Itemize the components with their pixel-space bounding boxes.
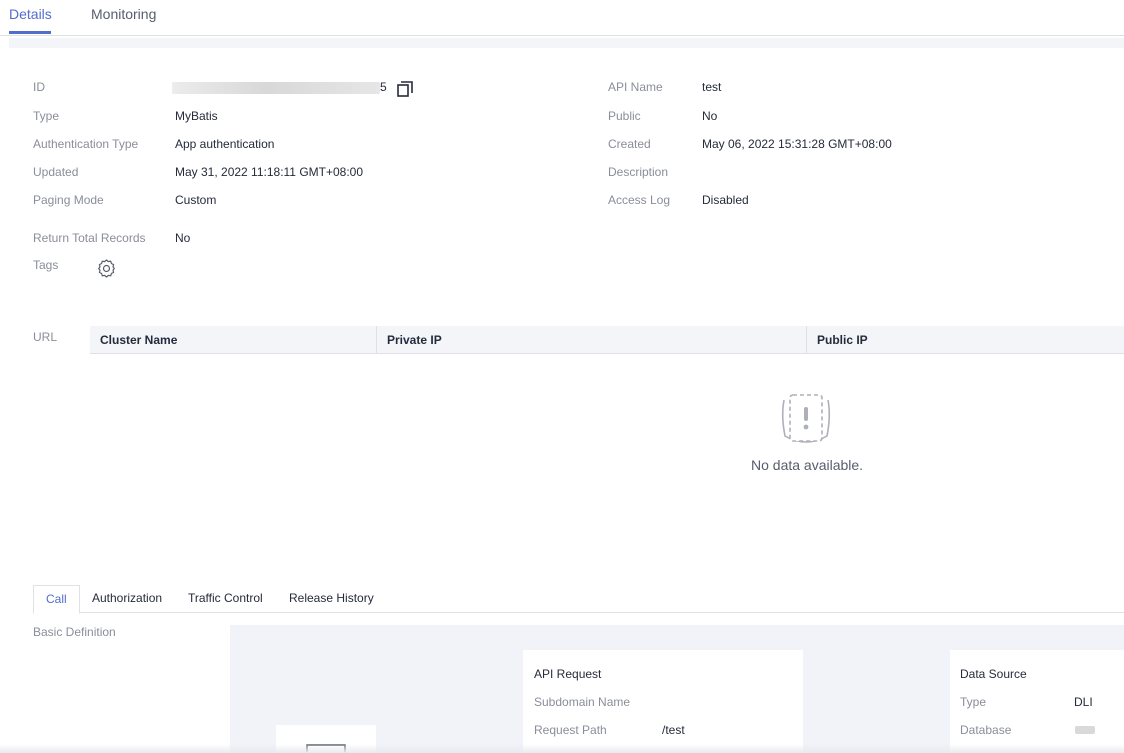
copy-icon[interactable] — [396, 80, 414, 98]
auth-type-label: Authentication Type — [33, 137, 139, 151]
section-divider — [9, 38, 1124, 48]
api-request-title: API Request — [534, 667, 602, 681]
updated-label: Updated — [33, 165, 79, 179]
access-log-value: Disabled — [702, 193, 749, 207]
data-source-title: Data Source — [960, 667, 1027, 681]
return-total-label: Return Total Records — [33, 231, 146, 245]
url-table-header: Cluster Name Private IP Public IP — [90, 326, 1124, 354]
database-label: Database — [960, 723, 1012, 737]
request-path-value: /test — [662, 723, 685, 737]
api-name-value: test — [702, 80, 722, 94]
public-value: No — [702, 109, 718, 123]
id-value-suffix: 5 — [380, 80, 387, 94]
updated-value: May 31, 2022 11:18:11 GMT+08:00 — [175, 165, 364, 179]
column-cluster-name[interactable]: Cluster Name — [100, 326, 177, 354]
gear-icon[interactable] — [96, 258, 117, 279]
type-value: MyBatis — [175, 109, 218, 123]
column-divider — [806, 326, 807, 354]
public-label: Public — [608, 109, 641, 123]
created-value: May 06, 2022 15:31:28 GMT+08:00 — [702, 137, 892, 151]
id-label: ID — [33, 80, 45, 94]
url-label: URL — [33, 330, 58, 344]
tab-traffic-control[interactable]: Traffic Control — [176, 585, 275, 613]
column-divider — [376, 326, 377, 354]
column-public-ip[interactable]: Public IP — [817, 326, 868, 354]
sub-tab-bar: Call Authorization Traffic Control Relea… — [33, 585, 1124, 614]
basic-definition-label: Basic Definition — [33, 625, 116, 639]
return-total-value: No — [175, 231, 191, 245]
subdomain-label: Subdomain Name — [534, 695, 631, 709]
tab-call[interactable]: Call — [33, 585, 80, 614]
column-private-ip[interactable]: Private IP — [387, 326, 442, 354]
active-tab-indicator — [9, 31, 51, 34]
tab-release-history[interactable]: Release History — [277, 585, 386, 613]
data-source-type-value: DLI — [1074, 695, 1093, 709]
access-log-label: Access Log — [608, 193, 671, 207]
id-value-masked — [172, 82, 380, 94]
empty-state-text: No data available. — [751, 457, 864, 473]
tags-label: Tags — [33, 258, 59, 272]
empty-state-icon — [778, 392, 834, 446]
type-label: Type — [33, 109, 60, 123]
top-tab-bar: Details Monitoring — [0, 0, 1124, 36]
tab-authorization[interactable]: Authorization — [80, 585, 174, 613]
bottom-shadow — [0, 744, 1124, 753]
data-source-type-label: Type — [960, 695, 987, 709]
paging-mode-label: Paging Mode — [33, 193, 104, 207]
request-path-label: Request Path — [534, 723, 607, 737]
created-label: Created — [608, 137, 651, 151]
auth-type-value: App authentication — [175, 137, 275, 151]
tab-monitoring[interactable]: Monitoring — [91, 6, 156, 22]
api-name-label: API Name — [608, 80, 663, 94]
database-value-masked — [1075, 726, 1095, 734]
paging-mode-value: Custom — [175, 193, 217, 207]
tab-details[interactable]: Details — [9, 6, 52, 22]
description-label: Description — [608, 165, 669, 179]
